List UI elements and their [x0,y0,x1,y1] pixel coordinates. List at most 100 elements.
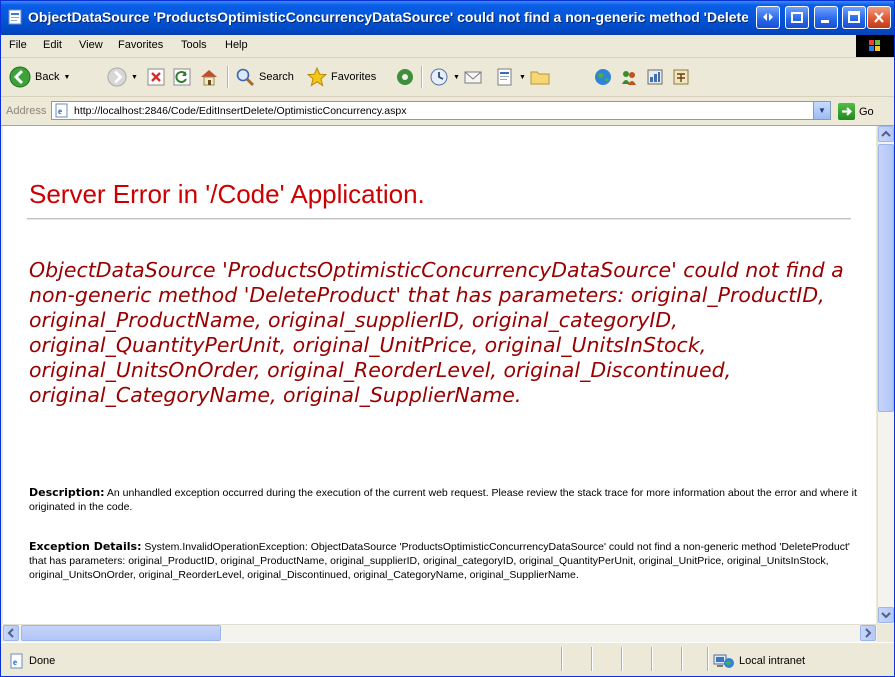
go-button[interactable]: Go [838,103,874,120]
globe-button[interactable] [593,64,613,90]
mail-button[interactable] [463,64,483,90]
address-bar: Address e http://localhost:2846/Code/Edi… [1,97,894,126]
home-button[interactable] [199,64,219,90]
menu-edit[interactable]: Edit [43,39,62,51]
menu-help[interactable]: Help [225,39,248,51]
star-icon [307,67,327,87]
go-arrow-icon [838,103,855,120]
security-zone[interactable]: Local intranet [713,653,805,669]
minimize-icon [821,20,829,23]
history-dropdown-icon[interactable]: ▼ [453,74,460,81]
horizontal-scroll-thumb[interactable] [21,625,221,641]
close-icon [874,12,884,23]
media-button[interactable] [395,64,415,90]
maximize-button[interactable] [842,6,866,29]
arrows-icon [763,13,773,21]
window-title: ObjectDataSource 'ProductsOptimisticConc… [28,9,748,25]
menu-favorites[interactable]: Favorites [118,39,163,51]
toolbar-separator [421,66,423,88]
address-dropdown-icon[interactable]: ▼ [813,102,830,119]
edit-dropdown-icon[interactable]: ▼ [519,74,526,81]
research-button[interactable] [645,64,665,90]
history-icon [430,68,448,86]
scroll-down-button[interactable] [878,607,894,623]
menu-file[interactable]: File [9,39,27,51]
messenger-icon [622,71,636,85]
page-icon [8,9,22,25]
search-icon [236,68,255,87]
refresh-icon [173,68,191,86]
research-icon [647,69,663,85]
ie-page-icon: e [55,103,68,118]
exception-paragraph: Exception Details: System.InvalidOperati… [29,540,859,582]
scroll-right-button[interactable] [860,625,876,641]
status-divider [681,647,683,671]
menu-bar: File Edit View Favorites Tools Help [1,35,894,58]
status-divider [621,647,623,671]
address-label: Address [6,105,47,117]
svg-text:e: e [58,106,62,116]
status-divider [707,647,709,671]
scrollbar-corner [877,624,894,641]
back-label: Back [35,71,60,83]
stop-icon [147,68,165,86]
refresh-button[interactable] [173,64,191,90]
forward-dropdown-icon[interactable]: ▼ [131,74,138,81]
horizontal-scrollbar[interactable] [3,624,877,642]
address-input[interactable]: e http://localhost:2846/Code/EditInsertD… [51,101,831,120]
forward-button[interactable]: ▼ [107,64,138,90]
messenger-button[interactable] [619,64,639,90]
go-label: Go [859,105,874,118]
vertical-scroll-thumb[interactable] [878,144,894,412]
favorites-label: Favorites [331,71,377,83]
close-button[interactable] [867,6,891,29]
description-label: Description: [29,486,105,499]
minimize-button[interactable] [814,6,838,29]
scroll-left-button[interactable] [3,625,19,641]
home-icon [201,70,217,86]
error-message: ObjectDataSource 'ProductsOptimisticConc… [29,258,844,407]
status-done: e Done [9,653,55,669]
stop-button[interactable] [147,64,165,90]
title-bar[interactable]: ObjectDataSource 'ProductsOptimisticConc… [1,1,894,35]
windows-logo-icon [856,35,894,57]
restore-tab-button[interactable] [756,6,780,29]
edit-page-icon [497,68,512,86]
folder-icon [530,71,550,85]
exception-label: Exception Details: [29,540,142,553]
intranet-icon [713,654,734,668]
search-button[interactable]: Search [235,64,294,90]
menu-view[interactable]: View [79,39,103,51]
maximize-icon [848,11,860,23]
favorites-button[interactable]: Favorites [307,64,376,90]
scroll-up-button[interactable] [878,126,894,142]
translate-button[interactable] [671,64,691,90]
page-title: Server Error in '/Code' Application. [29,179,425,209]
status-bar: e Done Local intranet [1,642,894,676]
media-icon [397,69,413,85]
maximize-frame-button[interactable] [785,6,809,29]
back-dropdown-icon[interactable]: ▼ [63,74,70,81]
heading-divider [27,218,851,220]
vertical-scrollbar[interactable] [877,126,894,624]
toolbar: Back ▼ ▼ Search Favorites ▼ ▼ [1,58,894,97]
svg-text:e: e [13,657,17,667]
toolbar-separator [227,66,229,88]
back-arrow-icon [9,66,31,88]
mail-icon [464,71,482,84]
status-divider [591,647,593,671]
ie-page-icon: e [10,653,23,669]
browser-window: ObjectDataSource 'ProductsOptimisticConc… [0,0,895,677]
edit-button[interactable]: ▼ [495,64,526,90]
description-paragraph: Description: An unhandled exception occu… [29,486,859,514]
menu-tools[interactable]: Tools [181,39,207,51]
back-button[interactable]: Back ▼ [9,64,70,90]
chevron-left-icon [7,628,14,638]
status-text: Done [29,655,56,667]
globe-icon [595,69,611,85]
folder-button[interactable] [529,64,551,90]
window-icon [791,12,803,23]
forward-arrow-icon [107,67,127,87]
history-button[interactable]: ▼ [429,64,460,90]
status-divider [561,647,563,671]
